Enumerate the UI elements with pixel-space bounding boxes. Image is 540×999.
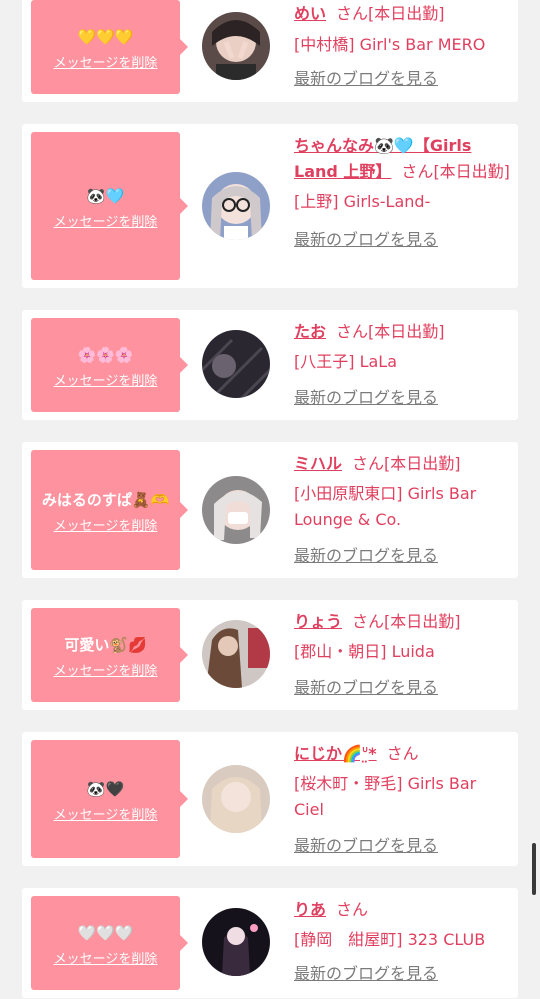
attendance-tag: [本日出勤] xyxy=(368,322,445,341)
scrollbar[interactable] xyxy=(532,843,536,895)
delete-message-link[interactable]: メッセージを削除 xyxy=(54,515,158,534)
delete-message-link[interactable]: メッセージを削除 xyxy=(54,370,158,389)
attendance-tag: [本日出勤] xyxy=(384,454,461,473)
latest-blog-link[interactable]: 最新のブログを見る xyxy=(294,385,510,411)
cast-name-link[interactable]: りあ xyxy=(294,900,326,919)
shop-label: [上野] Girls-Land- xyxy=(294,192,431,211)
cast-name-link[interactable]: りょう xyxy=(294,612,342,631)
attendance-tag: [本日出勤] xyxy=(433,162,510,181)
delete-message-link[interactable]: メッセージを削除 xyxy=(54,211,158,230)
avatar[interactable] xyxy=(202,476,270,544)
message-bubble: 🤍🤍🤍 メッセージを削除 xyxy=(31,896,188,990)
attendance-tag: [本日出勤] xyxy=(384,612,461,631)
message-bubble: 💛💛💛 メッセージを削除 xyxy=(31,0,188,94)
avatar[interactable] xyxy=(202,330,270,398)
shop-label: [郡山・朝日] Luida xyxy=(294,642,435,661)
cast-name-link[interactable]: ミハル xyxy=(294,454,342,473)
cast-info: めい さん[本日出勤] [中村橋] Girl's Bar MERO 最新のブログを… xyxy=(294,1,510,92)
delete-message-link[interactable]: メッセージを削除 xyxy=(54,804,158,823)
honorific: さん xyxy=(352,612,385,631)
message-bubble: みはるのすぱ🧸🫶 メッセージを削除 xyxy=(31,450,188,570)
message-bubble: 🐼🩵 メッセージを削除 xyxy=(31,132,188,280)
message-text: 🐼🖤 xyxy=(86,779,125,798)
latest-blog-link[interactable]: 最新のブログを見る xyxy=(294,675,510,701)
cast-info: にじか🌈ᐡ̤* さん [桜木町・野毛] Girls Bar Ciel 最新のブログ… xyxy=(294,741,510,859)
avatar[interactable] xyxy=(202,620,270,688)
honorific: さん xyxy=(386,744,419,763)
cast-info: ちゃんなみ🐼🩵【Girls Land 上野】 さん[本日出勤] [上野] Girl… xyxy=(294,133,510,253)
avatar[interactable] xyxy=(202,12,270,80)
avatar[interactable] xyxy=(202,908,270,976)
cast-info: りあ さん [静岡 紺屋町] 323 CLUB 最新のブログを見る xyxy=(294,897,510,987)
message-text: 🤍🤍🤍 xyxy=(77,923,134,942)
honorific: さん xyxy=(401,162,434,181)
cast-name-link[interactable]: めい xyxy=(294,4,326,23)
message-text: 可愛い🐒💋 xyxy=(64,635,147,654)
message-bubble: 🌸🌸🌸 メッセージを削除 xyxy=(31,318,188,412)
shop-label: [小田原駅東口] Girls Bar Lounge & Co. xyxy=(294,484,477,529)
cast-info: りょう さん[本日出勤] [郡山・朝日] Luida 最新のブログを見る xyxy=(294,609,510,701)
cast-name-link[interactable]: にじか🌈ᐡ̤* xyxy=(294,744,377,763)
latest-blog-link[interactable]: 最新のブログを見る xyxy=(294,961,510,987)
latest-blog-link[interactable]: 最新のブログを見る xyxy=(294,227,510,253)
shop-label: [静岡 紺屋町] 323 CLUB xyxy=(294,930,486,949)
shop-label: [桜木町・野毛] Girls Bar Ciel xyxy=(294,774,477,819)
honorific: さん xyxy=(336,4,369,23)
shop-label: [八王子] LaLa xyxy=(294,352,398,371)
delete-message-link[interactable]: メッセージを削除 xyxy=(54,948,158,967)
latest-blog-link[interactable]: 最新のブログを見る xyxy=(294,833,510,859)
message-bubble: 🐼🖤 メッセージを削除 xyxy=(31,740,188,858)
delete-message-link[interactable]: メッセージを削除 xyxy=(54,660,158,679)
message-card: みはるのすぱ🧸🫶 メッセージを削除 ミハル さん[本日出勤] [小田原駅東口] G… xyxy=(22,442,518,578)
message-card: 🤍🤍🤍 メッセージを削除 りあ さん [静岡 紺屋町] 323 CLUB 最新のブ… xyxy=(22,888,518,998)
message-bubble: 可愛い🐒💋 メッセージを削除 xyxy=(31,608,188,702)
message-card: 🐼🩵 メッセージを削除 ちゃんなみ🐼🩵【Girls Land 上野】 さん[本日出… xyxy=(22,124,518,288)
message-card: 💛💛💛 メッセージを削除 めい さん[本日出勤] [中村橋] Girl's Bar… xyxy=(22,0,518,102)
message-card: 🐼🖤 メッセージを削除 にじか🌈ᐡ̤* さん [桜木町・野毛] Girls Bar… xyxy=(22,732,518,866)
message-card: 可愛い🐒💋 メッセージを削除 りょう さん[本日出勤] [郡山・朝日] Luida… xyxy=(22,600,518,710)
avatar[interactable] xyxy=(202,172,270,240)
honorific: さん xyxy=(336,900,369,919)
honorific: さん xyxy=(352,454,385,473)
shop-label: [中村橋] Girl's Bar MERO xyxy=(294,35,486,54)
latest-blog-link[interactable]: 最新のブログを見る xyxy=(294,66,510,92)
message-text: 🌸🌸🌸 xyxy=(77,345,134,364)
message-card: 🌸🌸🌸 メッセージを削除 たお さん[本日出勤] [八王子] LaLa 最新のブロ… xyxy=(22,310,518,420)
cast-info: たお さん[本日出勤] [八王子] LaLa 最新のブログを見る xyxy=(294,319,510,411)
attendance-tag: [本日出勤] xyxy=(368,4,445,23)
message-text: 🐼🩵 xyxy=(86,186,125,205)
avatar[interactable] xyxy=(202,765,270,833)
latest-blog-link[interactable]: 最新のブログを見る xyxy=(294,543,510,569)
cast-name-link[interactable]: たお xyxy=(294,322,326,341)
cast-info: ミハル さん[本日出勤] [小田原駅東口] Girls Bar Lounge & … xyxy=(294,451,510,569)
message-text: 💛💛💛 xyxy=(77,27,134,46)
message-text: みはるのすぱ🧸🫶 xyxy=(41,490,170,509)
honorific: さん xyxy=(336,322,369,341)
delete-message-link[interactable]: メッセージを削除 xyxy=(54,52,158,71)
